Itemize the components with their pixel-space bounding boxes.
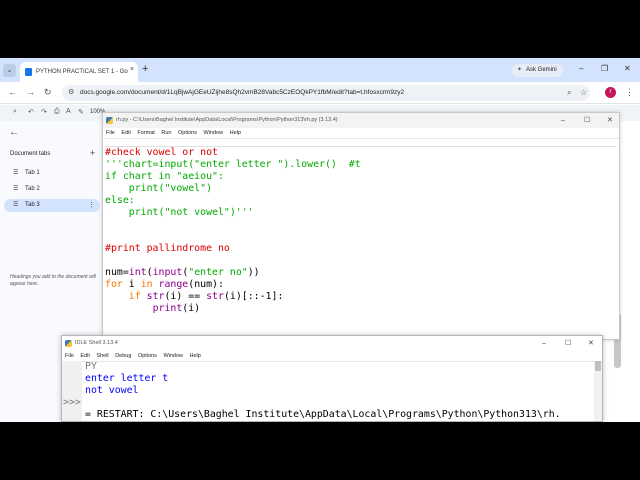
profile-avatar[interactable]: r xyxy=(605,87,616,98)
tab-icon: ☰ xyxy=(13,170,19,176)
shell-menu-help[interactable]: Help xyxy=(190,353,201,359)
screen: ⌄ PYTHON PRACTICAL SET 1 - Go × + Ask Ge… xyxy=(0,58,640,422)
code-line[interactable]: '''chart=input("enter letter ").lower() … xyxy=(105,159,617,171)
window-close-button[interactable]: ✕ xyxy=(624,64,631,73)
editor-menu-format[interactable]: Format xyxy=(137,130,154,136)
code-line[interactable]: if str(i) == str(i)[::-1]: xyxy=(105,291,617,303)
python-icon xyxy=(106,117,113,124)
shell-output[interactable]: PY enter letter t not vowel = RESTART: C:\U… xyxy=(85,361,595,422)
editor-maximize-button[interactable]: ☐ xyxy=(584,113,590,128)
shell-output-line xyxy=(85,397,595,409)
browser-toolbar: ← → ↻ ⚙ docs.google.com/document/d/1LqBj… xyxy=(0,82,640,104)
doc-tab-label: Tab 1 xyxy=(25,170,40,176)
back-arrow-icon[interactable]: ← xyxy=(8,87,17,97)
shell-output-line: not vowel xyxy=(85,385,139,396)
tab-close-icon[interactable]: × xyxy=(130,66,134,73)
forward-arrow-icon[interactable]: → xyxy=(26,87,35,97)
docs-favicon-icon xyxy=(25,68,32,76)
editor-menu-options[interactable]: Options xyxy=(178,130,197,136)
search-menus-icon[interactable]: ⌕ xyxy=(13,108,17,116)
shell-prompt: >>> xyxy=(63,397,81,408)
editor-close-button[interactable]: ✕ xyxy=(607,113,613,128)
bookmark-star-icon[interactable]: ☆ xyxy=(580,88,587,97)
headings-hint: Headings you add to the document will ap… xyxy=(10,274,96,287)
editor-menu-window[interactable]: Window xyxy=(204,130,224,136)
code-line[interactable] xyxy=(105,219,617,231)
doc-tab-3[interactable]: ☰ Tab 3 ⋮ xyxy=(4,199,100,212)
shell-menu-edit[interactable]: Edit xyxy=(80,353,89,359)
url-text[interactable]: docs.google.com/document/d/1LqBjwAjGEeUZ… xyxy=(80,89,404,96)
code-line[interactable]: print("not vowel")''' xyxy=(105,207,617,219)
idle-shell-window: IDLE Shell 3.13.4 – ☐ ✕ File Edit Shell … xyxy=(61,335,603,422)
shell-menu-window[interactable]: Window xyxy=(163,353,183,359)
shell-menu-debug[interactable]: Debug xyxy=(115,353,131,359)
code-line[interactable]: #check vowel or not xyxy=(105,147,617,159)
back-arrow-icon[interactable]: ← xyxy=(9,127,19,138)
code-editor[interactable]: #check vowel or not '''chart=input("enter… xyxy=(105,146,617,338)
address-bar[interactable]: ⚙ docs.google.com/document/d/1LqBjwAjGEe… xyxy=(62,85,590,101)
editor-menubar: File Edit Format Run Options Window Help xyxy=(103,128,619,139)
code-line[interactable]: print(i) xyxy=(105,303,617,315)
editor-minimize-button[interactable]: – xyxy=(561,113,565,128)
shell-output-line: py xyxy=(85,421,595,422)
browser-tab-title: PYTHON PRACTICAL SET 1 - Go xyxy=(36,69,128,75)
doc-tab-2[interactable]: ☰ Tab 2 xyxy=(4,183,100,196)
shell-menu-file[interactable]: File xyxy=(65,353,74,359)
window-maximize-button[interactable]: ❐ xyxy=(601,64,608,73)
tab-icon: ☰ xyxy=(13,202,19,208)
doc-tab-label: Tab 2 xyxy=(25,186,40,192)
shell-minimize-button[interactable]: – xyxy=(542,336,546,351)
code-line[interactable] xyxy=(105,255,617,267)
spellcheck-icon[interactable]: A xyxy=(66,108,71,115)
shell-scrollbar-thumb[interactable] xyxy=(595,361,601,371)
browser-menu-icon[interactable]: ⋮ xyxy=(625,87,634,98)
zoom-magnifier-icon[interactable]: ⌕ xyxy=(567,88,571,98)
tab-search-icon[interactable]: ⌄ xyxy=(3,64,16,77)
editor-titlebar[interactable]: rh.py - C:\Users\Baghel Institute\AppDat… xyxy=(103,113,619,128)
code-line[interactable]: if chart in "aeiou": xyxy=(105,171,617,183)
more-options-icon[interactable]: ⋮ xyxy=(88,199,95,212)
shell-output-line: enter letter t xyxy=(85,373,169,384)
editor-menu-help[interactable]: Help xyxy=(230,130,241,136)
new-tab-button[interactable]: + xyxy=(142,63,148,75)
editor-menu-run[interactable]: Run xyxy=(161,130,171,136)
undo-icon[interactable]: ↶ xyxy=(28,108,34,116)
tab-icon: ☰ xyxy=(13,186,19,192)
site-info-icon[interactable]: ⚙ xyxy=(68,88,74,96)
code-line[interactable]: else: xyxy=(105,195,617,207)
browser-tab-strip: ⌄ PYTHON PRACTICAL SET 1 - Go × + Ask Ge… xyxy=(0,58,640,82)
editor-title: rh.py - C:\Users\Baghel Institute\AppDat… xyxy=(116,117,338,123)
document-tabs-heading: Document tabs xyxy=(10,151,51,157)
shell-close-button[interactable]: ✕ xyxy=(588,336,594,351)
code-line[interactable]: print("vowel") xyxy=(105,183,617,195)
shell-output-line: PY xyxy=(85,361,97,372)
add-tab-button[interactable]: + xyxy=(90,148,95,158)
ask-gemini-button[interactable]: Ask Gemini xyxy=(512,64,563,77)
code-line[interactable]: #print pallindrome no xyxy=(105,243,617,255)
python-icon xyxy=(65,340,72,347)
shell-scrollbar[interactable] xyxy=(594,361,602,421)
shell-maximize-button[interactable]: ☐ xyxy=(565,336,571,351)
shell-titlebar[interactable]: IDLE Shell 3.13.4 – ☐ ✕ xyxy=(62,336,602,351)
doc-tab-1[interactable]: ☰ Tab 1 xyxy=(4,167,100,180)
shell-title: IDLE Shell 3.13.4 xyxy=(75,340,118,346)
print-icon[interactable]: ⎙ xyxy=(54,108,60,116)
editor-menu-edit[interactable]: Edit xyxy=(121,130,130,136)
reload-icon[interactable]: ↻ xyxy=(44,87,52,98)
shell-menu-shell[interactable]: Shell xyxy=(96,353,108,359)
code-line[interactable]: num=int(input("enter no")) xyxy=(105,267,617,279)
doc-tab-label: Tab 3 xyxy=(25,202,40,208)
idle-editor-window: rh.py - C:\Users\Baghel Institute\AppDat… xyxy=(102,112,620,340)
editor-menu-file[interactable]: File xyxy=(106,130,115,136)
window-minimize-button[interactable]: – xyxy=(579,64,583,73)
shell-menu-options[interactable]: Options xyxy=(138,353,157,359)
redo-icon[interactable]: ↷ xyxy=(41,108,47,116)
paint-format-icon[interactable]: ✎ xyxy=(78,108,84,116)
shell-output-line: = RESTART: C:\Users\Baghel Institute\App… xyxy=(85,409,561,420)
browser-tab[interactable]: PYTHON PRACTICAL SET 1 - Go × xyxy=(20,62,138,82)
code-line[interactable]: for i in range(num): xyxy=(105,279,617,291)
code-line[interactable] xyxy=(105,231,617,243)
